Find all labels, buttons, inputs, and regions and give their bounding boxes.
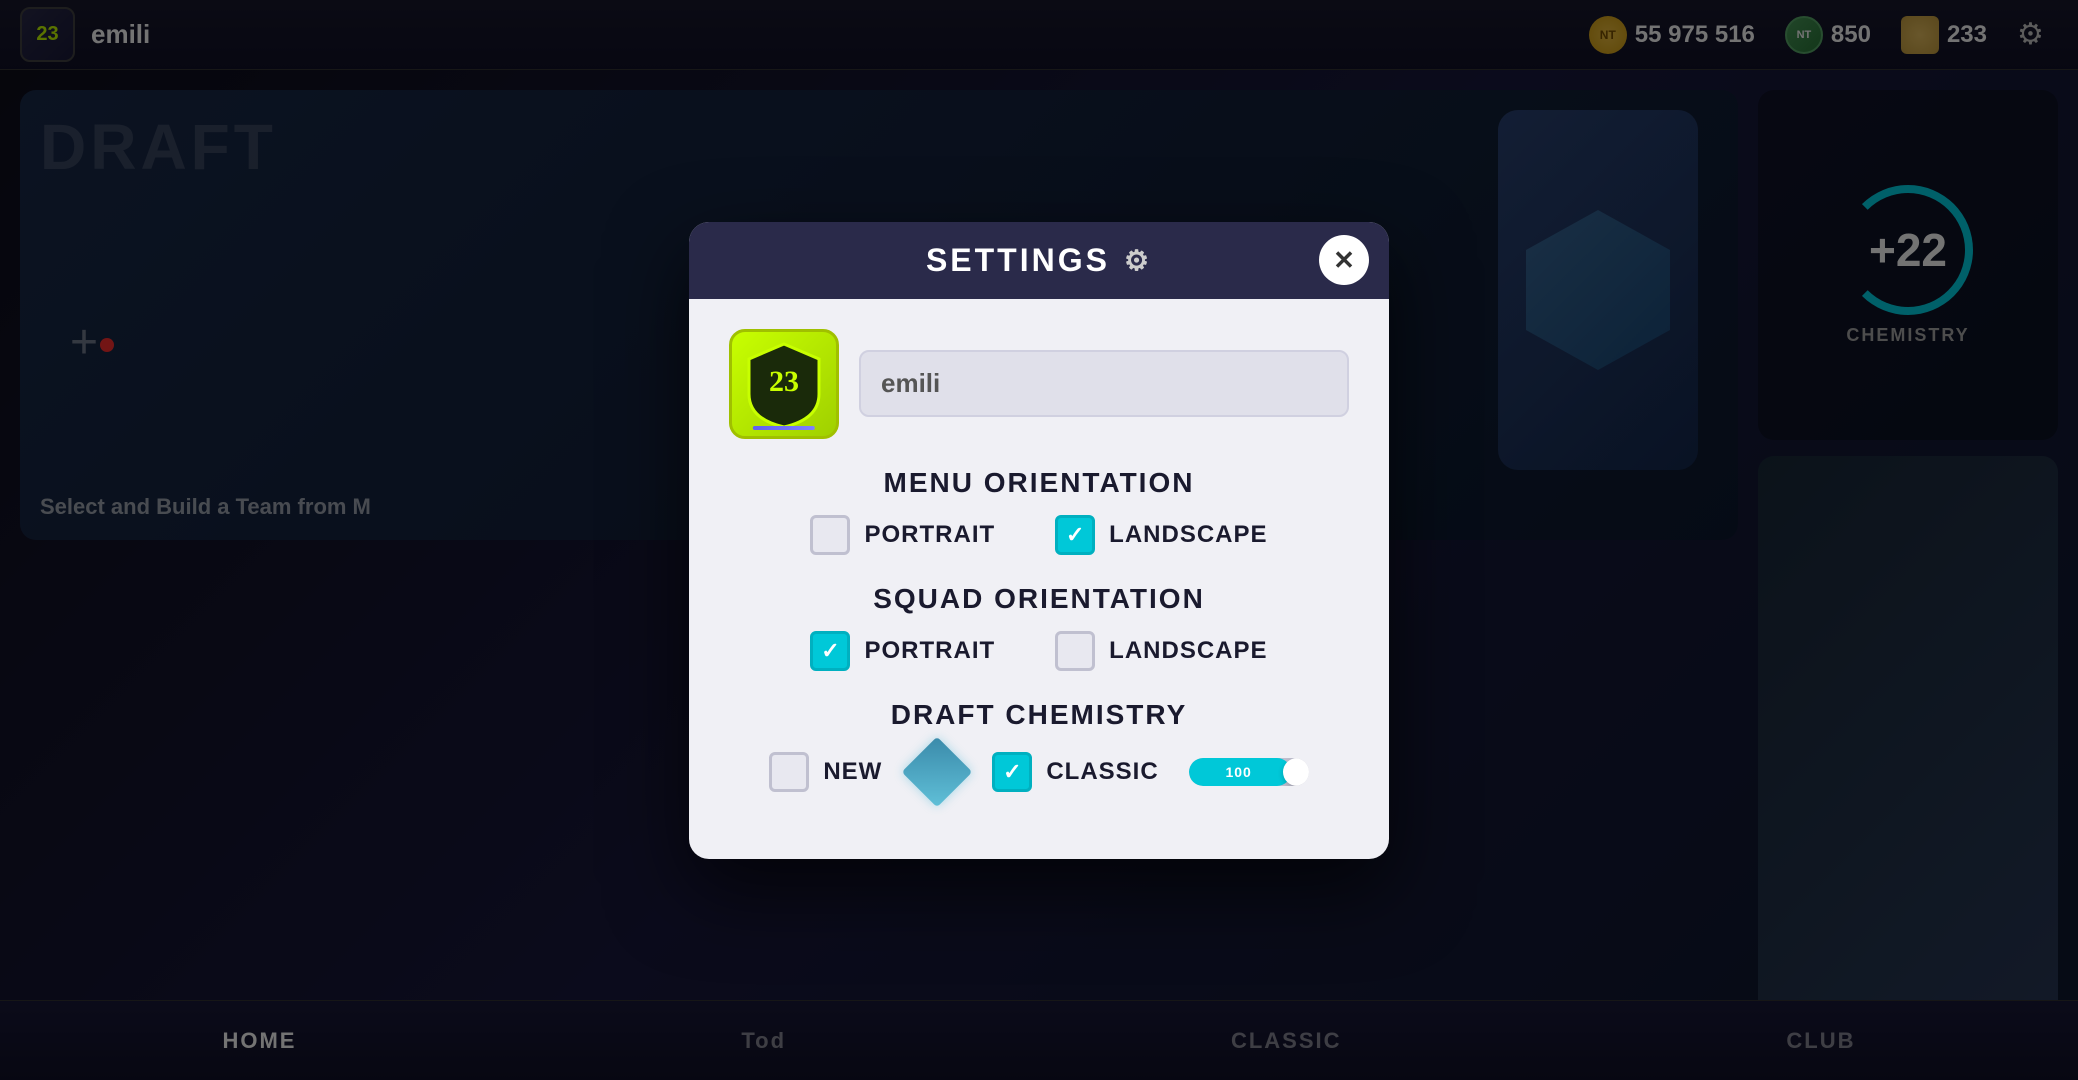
squad-portrait-item: PORTRAIT (810, 631, 995, 671)
menu-portrait-label: PORTRAIT (864, 521, 995, 549)
menu-orientation-title: MENU ORIENTATION (729, 467, 1349, 499)
modal-header: SETTINGS ⚙ ✕ (689, 222, 1389, 299)
title-gear-icon: ⚙ (1124, 244, 1152, 277)
squad-landscape-item: LANDSCAPE (1055, 631, 1267, 671)
draft-chemistry-row: NEW CLASSIC 100 (729, 747, 1349, 797)
diamond-icon (902, 736, 973, 807)
slider-value-label: 100 (1189, 758, 1289, 786)
draft-classic-item: CLASSIC (992, 752, 1158, 792)
slider-thumb[interactable] (1283, 758, 1309, 786)
avatar-box[interactable]: 23 (729, 329, 839, 439)
squad-landscape-label: LANDSCAPE (1109, 637, 1267, 665)
draft-classic-label: CLASSIC (1046, 758, 1158, 786)
menu-orientation-checkboxes: PORTRAIT LANDSCAPE (729, 515, 1349, 555)
menu-landscape-checkbox[interactable] (1055, 515, 1095, 555)
username-input[interactable] (859, 350, 1349, 417)
modal-overlay: SETTINGS ⚙ ✕ 23 MENU ORIENTATION (0, 0, 2078, 1080)
squad-portrait-label: PORTRAIT (864, 637, 995, 665)
draft-new-item: NEW (769, 752, 882, 792)
draft-chemistry-title: DRAFT CHEMISTRY (729, 699, 1349, 731)
slider-track[interactable]: 100 (1189, 758, 1309, 786)
draft-new-label: NEW (823, 758, 882, 786)
modal-body: 23 MENU ORIENTATION PORTRAIT (689, 299, 1389, 827)
close-button[interactable]: ✕ (1319, 235, 1369, 285)
squad-orientation-title: SQUAD ORIENTATION (729, 583, 1349, 615)
menu-landscape-label: LANDSCAPE (1109, 521, 1267, 549)
avatar-underline (753, 426, 815, 430)
svg-text:23: 23 (769, 365, 799, 398)
avatar-shield-svg: 23 (744, 339, 824, 429)
modal-title: SETTINGS ⚙ (926, 242, 1152, 279)
menu-portrait-item: PORTRAIT (810, 515, 995, 555)
draft-chemistry-section: DRAFT CHEMISTRY NEW CLASSIC 100 (729, 699, 1349, 797)
menu-orientation-section: MENU ORIENTATION PORTRAIT LANDSCAPE (729, 467, 1349, 555)
draft-new-checkbox[interactable] (769, 752, 809, 792)
squad-orientation-checkboxes: PORTRAIT LANDSCAPE (729, 631, 1349, 671)
menu-landscape-item: LANDSCAPE (1055, 515, 1267, 555)
squad-orientation-section: SQUAD ORIENTATION PORTRAIT LANDSCAPE (729, 583, 1349, 671)
draft-classic-checkbox[interactable] (992, 752, 1032, 792)
squad-portrait-checkbox[interactable] (810, 631, 850, 671)
settings-modal: SETTINGS ⚙ ✕ 23 MENU ORIENTATION (689, 222, 1389, 859)
menu-portrait-checkbox[interactable] (810, 515, 850, 555)
squad-landscape-checkbox[interactable] (1055, 631, 1095, 671)
profile-row: 23 (729, 329, 1349, 439)
